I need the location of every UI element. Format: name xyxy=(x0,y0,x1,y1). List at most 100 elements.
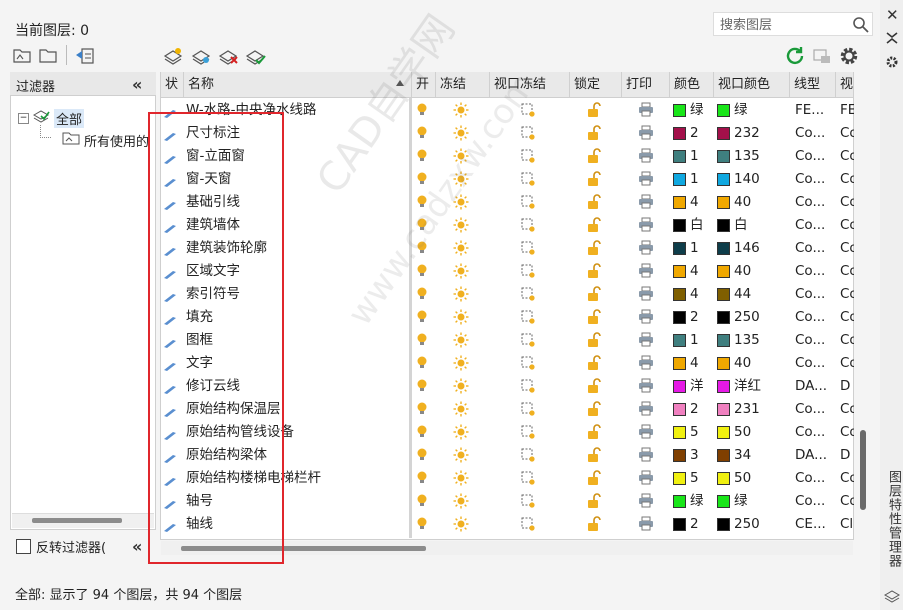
tree-collapse-icon[interactable]: − xyxy=(18,112,29,124)
grid-vscroll-thumb[interactable] xyxy=(860,430,866,510)
unlocked-icon[interactable] xyxy=(587,355,601,375)
freeze-cell[interactable] xyxy=(453,421,473,444)
on-cell[interactable] xyxy=(416,490,434,513)
lock-cell[interactable] xyxy=(587,260,607,283)
vp-freeze-cell[interactable] xyxy=(520,467,540,490)
color-cell[interactable]: 5 xyxy=(673,467,715,490)
search-box[interactable] xyxy=(713,12,873,36)
freeze-cell[interactable] xyxy=(453,352,473,375)
unlocked-icon[interactable] xyxy=(587,286,601,306)
vp-linetype-cell[interactable]: Co xyxy=(840,421,854,444)
on-cell[interactable] xyxy=(416,513,434,536)
printer-icon[interactable] xyxy=(638,447,654,467)
vp-color-cell[interactable]: 232 xyxy=(717,122,789,145)
collapse-filter-icon[interactable]: « xyxy=(132,75,143,94)
close-icon[interactable]: ✕ xyxy=(886,6,899,24)
column-header-freeze[interactable]: 冻结 xyxy=(436,72,490,98)
on-bulb-icon[interactable] xyxy=(416,125,428,145)
vp-linetype-cell[interactable]: Co xyxy=(840,145,854,168)
printer-icon[interactable] xyxy=(638,493,654,513)
vp-color-cell[interactable]: 40 xyxy=(717,191,789,214)
printer-icon[interactable] xyxy=(638,125,654,145)
printer-icon[interactable] xyxy=(638,102,654,122)
print-cell[interactable] xyxy=(638,421,658,444)
lock-cell[interactable] xyxy=(587,99,607,122)
freeze-cell[interactable] xyxy=(453,283,473,306)
linetype-cell[interactable]: Co... xyxy=(795,329,837,352)
vp-freeze-cell[interactable] xyxy=(520,398,540,421)
unlocked-icon[interactable] xyxy=(587,424,601,444)
on-bulb-icon[interactable] xyxy=(416,332,428,352)
linetype-cell[interactable]: Co... xyxy=(795,122,837,145)
lock-cell[interactable] xyxy=(587,398,607,421)
print-cell[interactable] xyxy=(638,375,658,398)
printer-icon[interactable] xyxy=(638,401,654,421)
vp-freeze-cell[interactable] xyxy=(520,513,540,536)
column-header-lock[interactable]: 锁定 xyxy=(570,72,622,98)
color-cell[interactable]: 2 xyxy=(673,122,715,145)
linetype-cell[interactable]: Co... xyxy=(795,145,837,168)
vp-color-cell[interactable]: 44 xyxy=(717,283,789,306)
on-bulb-icon[interactable] xyxy=(416,378,428,398)
on-cell[interactable] xyxy=(416,306,434,329)
vp-freeze-cell[interactable] xyxy=(520,329,540,352)
printer-icon[interactable] xyxy=(638,424,654,444)
new-group-filter-icon[interactable] xyxy=(38,45,60,67)
linetype-cell[interactable]: Co... xyxy=(795,214,837,237)
freeze-sun-icon[interactable] xyxy=(453,217,469,237)
lock-cell[interactable] xyxy=(587,191,607,214)
color-cell[interactable]: 1 xyxy=(673,145,715,168)
print-cell[interactable] xyxy=(638,122,658,145)
linetype-cell[interactable]: Co... xyxy=(795,421,837,444)
on-cell[interactable] xyxy=(416,444,434,467)
on-cell[interactable] xyxy=(416,398,434,421)
column-header-vp_linetype[interactable]: 视 xyxy=(836,72,854,98)
color-cell[interactable]: 5 xyxy=(673,421,715,444)
lock-cell[interactable] xyxy=(587,283,607,306)
unlocked-icon[interactable] xyxy=(587,309,601,329)
freeze-cell[interactable] xyxy=(453,99,473,122)
print-cell[interactable] xyxy=(638,237,658,260)
unlocked-icon[interactable] xyxy=(587,493,601,513)
color-cell[interactable]: 4 xyxy=(673,260,715,283)
freeze-sun-icon[interactable] xyxy=(453,378,469,398)
lock-cell[interactable] xyxy=(587,237,607,260)
vp-freeze-icon[interactable] xyxy=(520,378,536,398)
print-cell[interactable] xyxy=(638,467,658,490)
vp-freeze-cell[interactable] xyxy=(520,375,540,398)
vp-freeze-icon[interactable] xyxy=(520,447,536,467)
printer-icon[interactable] xyxy=(638,309,654,329)
freeze-cell[interactable] xyxy=(453,375,473,398)
vp-color-cell[interactable]: 231 xyxy=(717,398,789,421)
print-cell[interactable] xyxy=(638,168,658,191)
column-header-color[interactable]: 颜色 xyxy=(670,72,714,98)
color-cell[interactable]: 绿 xyxy=(673,99,715,122)
unlocked-icon[interactable] xyxy=(587,401,601,421)
lock-cell[interactable] xyxy=(587,329,607,352)
collapse-bottom-icon[interactable]: « xyxy=(132,537,143,556)
unlocked-icon[interactable] xyxy=(587,217,601,237)
search-icon[interactable] xyxy=(852,16,870,38)
print-cell[interactable] xyxy=(638,329,658,352)
on-bulb-icon[interactable] xyxy=(416,286,428,306)
vp-freeze-cell[interactable] xyxy=(520,444,540,467)
printer-icon[interactable] xyxy=(638,378,654,398)
freeze-cell[interactable] xyxy=(453,237,473,260)
linetype-cell[interactable]: Co... xyxy=(795,467,837,490)
freeze-cell[interactable] xyxy=(453,306,473,329)
lock-cell[interactable] xyxy=(587,513,607,536)
linetype-cell[interactable]: Co... xyxy=(795,490,837,513)
print-cell[interactable] xyxy=(638,352,658,375)
vp-linetype-cell[interactable]: Cl xyxy=(840,513,854,536)
lock-cell[interactable] xyxy=(587,490,607,513)
vp-linetype-cell[interactable]: Co xyxy=(840,467,854,490)
linetype-cell[interactable]: Co... xyxy=(795,191,837,214)
vp-freeze-icon[interactable] xyxy=(520,470,536,490)
freeze-sun-icon[interactable] xyxy=(453,493,469,513)
lock-cell[interactable] xyxy=(587,467,607,490)
vp-color-cell[interactable]: 绿 xyxy=(717,99,789,122)
vp-freeze-icon[interactable] xyxy=(520,424,536,444)
vp-freeze-cell[interactable] xyxy=(520,191,540,214)
gear-icon[interactable] xyxy=(838,45,860,67)
color-cell[interactable]: 1 xyxy=(673,237,715,260)
